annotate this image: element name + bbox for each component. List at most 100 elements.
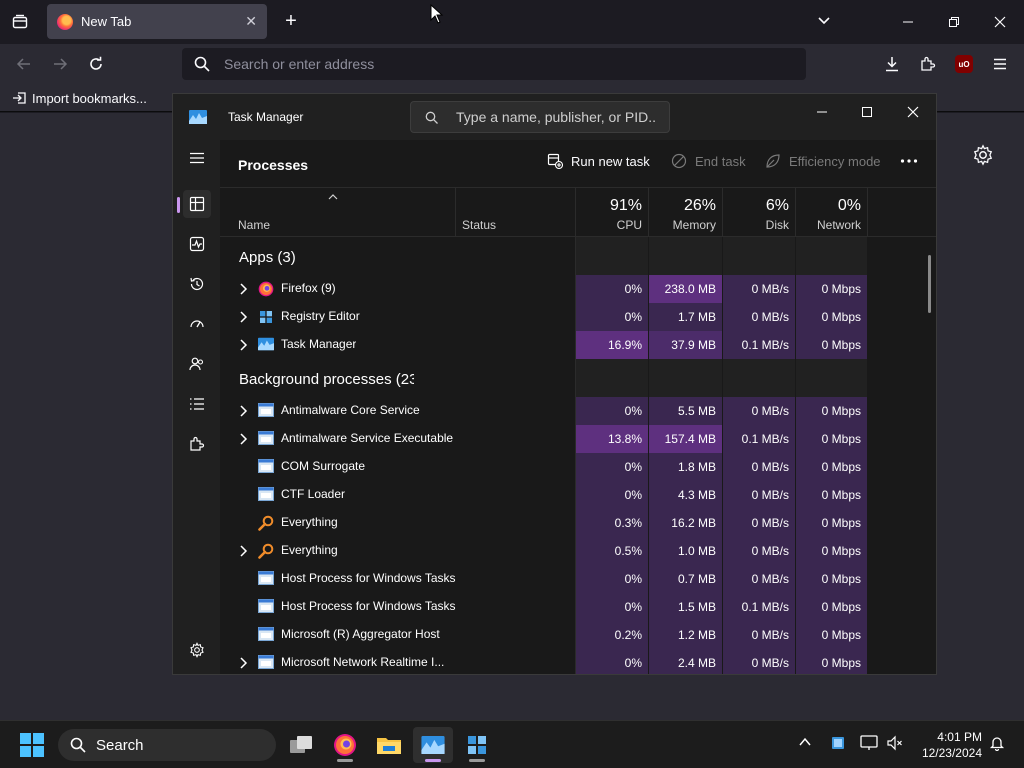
firefox-view-button[interactable] [8, 10, 32, 34]
nav-startup-apps[interactable] [183, 310, 211, 338]
browser-restore-button[interactable] [942, 10, 966, 34]
process-search-box[interactable] [410, 101, 670, 133]
page-title: Processes [238, 157, 309, 173]
status-cell [456, 537, 576, 565]
process-row[interactable]: Firefox (9) 0% 238.0 MB 0 MB/s 0 Mbps [220, 275, 936, 303]
browser-titlebar: New Tab ✕ + [0, 0, 1024, 44]
column-status[interactable]: Status [456, 188, 576, 237]
process-row[interactable]: COM Surrogate 0% 1.8 MB 0 MB/s 0 Mbps [220, 453, 936, 481]
system-clock[interactable]: 4:01 PM 12/23/2024 [918, 729, 982, 761]
group-mem-cell [649, 237, 723, 275]
taskbar-task-manager[interactable] [413, 727, 453, 763]
process-row[interactable]: Host Process for Windows Tasks 0% 0.7 MB 0 … [220, 565, 936, 593]
tab-close-icon[interactable]: ✕ [245, 13, 257, 30]
nav-services[interactable] [183, 430, 211, 458]
tm-close-button[interactable] [898, 99, 928, 125]
column-memory-label: Memory [672, 218, 716, 232]
process-row[interactable]: CTF Loader 0% 4.3 MB 0 MB/s 0 Mbps [220, 481, 936, 509]
expand-chevron-icon[interactable] [238, 283, 248, 295]
expand-chevron-icon[interactable] [238, 339, 248, 351]
show-hidden-icons-chevron-icon[interactable] [798, 735, 812, 749]
nav-performance[interactable] [183, 230, 211, 258]
status-cell [456, 425, 576, 453]
tm-maximize-button[interactable] [852, 99, 882, 125]
process-row[interactable]: Task Manager 16.9% 37.9 MB 0.1 MB/s 0 Mbps [220, 331, 936, 359]
column-name[interactable]: Name [220, 188, 456, 237]
process-row[interactable]: Antimalware Core Service 0% 5.5 MB 0 MB/s 0 … [220, 397, 936, 425]
back-button[interactable] [12, 52, 36, 76]
process-name: COM Surrogate [281, 459, 366, 473]
address-bar[interactable] [182, 48, 806, 80]
expand-chevron-icon[interactable] [238, 405, 248, 417]
app-menu-button[interactable] [988, 52, 1012, 76]
taskbar-firefox[interactable] [325, 727, 365, 763]
taskbar-task-view[interactable] [281, 727, 321, 763]
run-new-task-button[interactable]: Run new task [547, 153, 650, 169]
network-ethernet-icon[interactable] [860, 735, 878, 751]
status-cell [456, 649, 576, 674]
process-row[interactable]: Registry Editor 0% 1.7 MB 0 MB/s 0 Mbps [220, 303, 936, 331]
expand-chevron-icon[interactable] [238, 311, 248, 323]
service-window-icon [258, 571, 274, 587]
process-row[interactable]: Antimalware Service Executable 13.8% 157.4… [220, 425, 936, 453]
browser-close-button[interactable] [988, 10, 1012, 34]
process-row[interactable]: Host Process for Windows Tasks 0% 1.5 MB 0.… [220, 593, 936, 621]
process-row[interactable]: Everything 0.3% 16.2 MB 0 MB/s 0 Mbps [220, 509, 936, 537]
extensions-button[interactable] [916, 52, 940, 76]
nav-app-history[interactable] [183, 270, 211, 298]
ublock-origin-button[interactable]: uO [952, 52, 976, 76]
cpu-cell: 0.5% [576, 537, 649, 565]
expand-chevron-icon[interactable] [238, 545, 248, 557]
column-status-label: Status [462, 218, 497, 232]
nav-users[interactable] [183, 350, 211, 378]
end-task-button[interactable]: End task [671, 153, 746, 169]
tray-app-icon[interactable] [830, 735, 846, 751]
nav-processes[interactable] [183, 190, 211, 218]
taskbar-search[interactable]: Search [58, 729, 276, 761]
column-memory[interactable]: 26% Memory [649, 188, 723, 237]
processes-grid-icon [189, 196, 205, 212]
column-network[interactable]: 0% Network [796, 188, 868, 237]
process-row[interactable]: Microsoft Network Realtime I... 0% 2.4 MB 0… [220, 649, 936, 674]
column-cpu[interactable]: 91% CPU [576, 188, 649, 237]
forward-button[interactable] [48, 52, 72, 76]
status-cell [456, 331, 576, 359]
import-icon [13, 92, 26, 104]
tm-minimize-button[interactable] [807, 99, 837, 125]
process-search-input[interactable] [456, 109, 656, 125]
search-icon [194, 56, 210, 72]
url-input[interactable] [224, 56, 784, 72]
process-group-header[interactable]: Background processes (23) [220, 359, 936, 397]
net-cell: 0 Mbps [796, 425, 868, 453]
process-group-header[interactable]: Apps (3) [220, 237, 936, 275]
process-table-header: Name Status 91% CPU 26% Memory 6% Disk 0% Ne… [220, 188, 936, 237]
newtab-settings-gear-icon[interactable] [972, 144, 994, 166]
tab-new-tab[interactable]: New Tab ✕ [47, 4, 267, 39]
column-disk[interactable]: 6% Disk [723, 188, 796, 237]
start-button[interactable] [20, 733, 44, 762]
reload-button[interactable] [84, 52, 108, 76]
import-bookmarks-button[interactable]: Import bookmarks... [12, 90, 147, 106]
process-row[interactable]: Microsoft (R) Aggregator Host 0.2% 1.2 MB 0… [220, 621, 936, 649]
cpu-cell: 16.9% [576, 331, 649, 359]
process-row[interactable]: Everything 0.5% 1.0 MB 0 MB/s 0 Mbps [220, 537, 936, 565]
close-icon [994, 16, 1006, 28]
browser-minimize-button[interactable] [896, 10, 920, 34]
nav-menu-button[interactable] [183, 144, 211, 172]
new-tab-button[interactable]: + [280, 10, 302, 32]
taskbar-file-explorer[interactable] [369, 727, 409, 763]
expand-chevron-icon[interactable] [238, 657, 248, 669]
status-cell [456, 621, 576, 649]
volume-muted-icon[interactable] [886, 735, 904, 751]
taskbar-registry-editor[interactable] [457, 727, 497, 763]
efficiency-mode-button[interactable]: Efficiency mode [765, 153, 881, 169]
downloads-button[interactable] [880, 52, 904, 76]
process-list-scrollbar[interactable] [928, 255, 931, 313]
expand-chevron-icon[interactable] [238, 433, 248, 445]
nav-details[interactable] [183, 390, 211, 418]
notification-bell-icon[interactable] [989, 735, 1005, 751]
more-options-button[interactable] [900, 158, 918, 164]
list-all-tabs-chevron-icon[interactable] [816, 12, 832, 28]
nav-settings[interactable] [183, 636, 211, 664]
firefox-icon [334, 734, 356, 756]
